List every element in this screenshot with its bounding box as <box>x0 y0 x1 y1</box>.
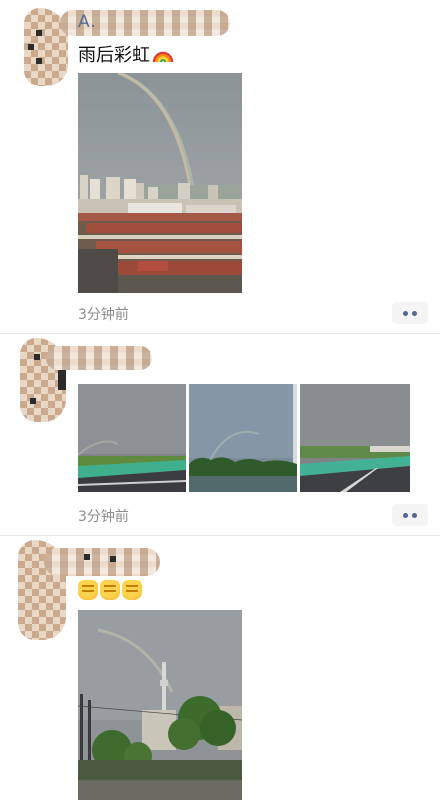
mosaic-pixel <box>36 30 42 36</box>
post-caption: 雨后彩虹 <box>78 45 150 66</box>
mosaic-pixel <box>30 398 36 404</box>
mosaic-pixel <box>28 44 34 50</box>
username[interactable]: A. <box>78 12 97 32</box>
post-timestamp: 3分钟前 <box>78 307 129 323</box>
mosaic-pixel <box>84 554 90 560</box>
post-photo[interactable] <box>78 73 242 293</box>
post-timestamp: 3分钟前 <box>78 509 129 525</box>
post-text <box>78 580 142 600</box>
post-photo[interactable] <box>189 384 297 492</box>
mosaic-pixel <box>58 370 66 390</box>
post-text: 雨后彩虹 <box>78 41 174 67</box>
post-photo[interactable] <box>300 384 410 492</box>
mosaic-pixel <box>36 58 42 64</box>
dot-icon <box>403 512 408 518</box>
more-actions-button[interactable] <box>392 504 428 526</box>
moment-post-1: A. 雨后彩虹 3分钟前 <box>0 0 440 334</box>
moment-post-3 <box>0 536 440 800</box>
fist-emoji <box>122 580 142 600</box>
moment-post-2: 3分钟前 <box>0 334 440 536</box>
post-photo[interactable] <box>78 610 242 800</box>
more-actions-button[interactable] <box>392 302 428 324</box>
dot-icon <box>403 310 408 316</box>
post-photo[interactable] <box>78 384 186 492</box>
rainbow-emoji <box>152 51 174 63</box>
username-censor <box>44 548 160 576</box>
fist-emoji <box>78 580 98 600</box>
fist-emoji <box>100 580 120 600</box>
username-censor <box>46 346 152 370</box>
mosaic-pixel <box>110 556 116 562</box>
mosaic-pixel <box>34 354 40 360</box>
dot-icon <box>412 310 417 316</box>
dot-icon <box>412 512 417 518</box>
